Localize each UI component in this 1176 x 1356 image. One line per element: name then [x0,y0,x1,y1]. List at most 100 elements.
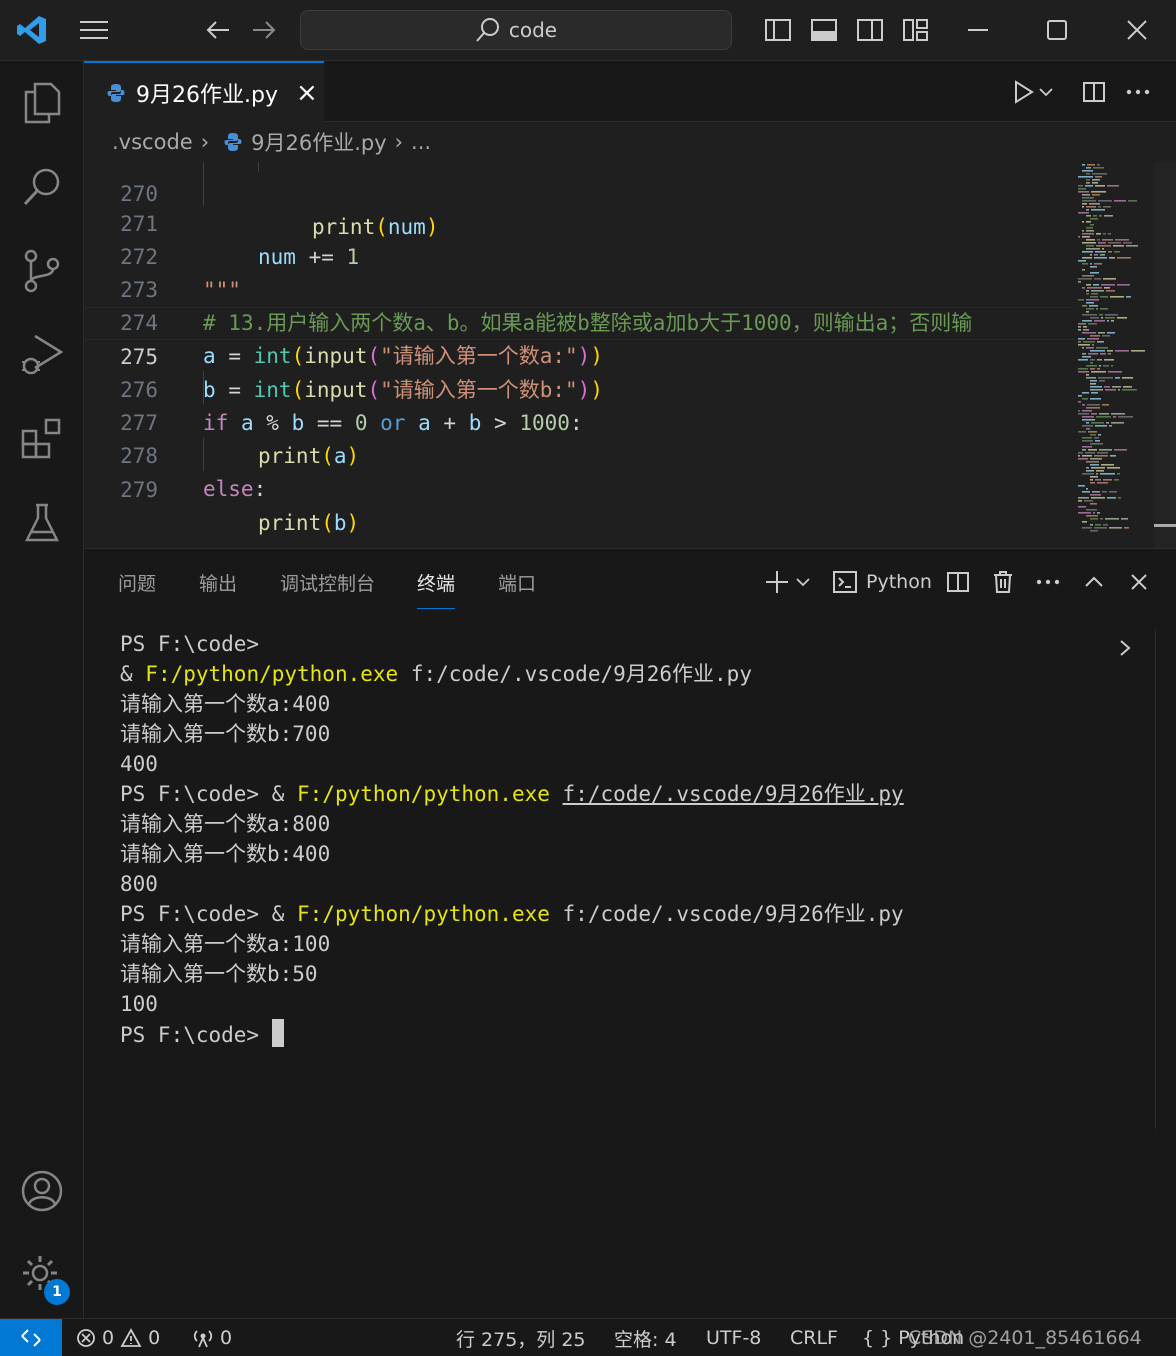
remote-indicator-icon[interactable] [0,1319,62,1356]
terminal-line: 请输入第一个数b:700 [120,722,331,746]
split-editor-icon[interactable] [1074,72,1114,112]
terminal-icon [833,571,857,593]
forward-arrow-icon[interactable] [244,10,284,50]
bottom-panel: 问题 输出 调试控制台 终端 端口 Python PS F:\code> & F:… [84,548,1176,1318]
error-icon [77,1329,95,1347]
toggle-secondary-sidebar-icon[interactable] [850,10,890,50]
tab-terminal[interactable]: 终端 [417,569,456,609]
indentation[interactable]: 空格: 4 [614,1319,677,1356]
terminal-line: PS F:\code> [120,632,260,656]
ports-status[interactable]: 0 [192,1319,232,1356]
chevron-right-icon[interactable] [1118,633,1132,663]
terminal-scrollbar[interactable] [1155,629,1156,1129]
search-icon[interactable] [0,145,84,229]
ports-count: 0 [220,1327,233,1349]
terminal-line: 请输入第一个数a:800 [120,812,331,836]
terminal-line: & F:/python/python.exe f:/code/.vscode/9… [120,662,752,686]
minimize-icon[interactable] [958,10,998,50]
manage-gear-icon[interactable]: 1 [0,1233,84,1317]
code-line: 277 print(a) [84,374,1074,468]
terminal-profile-label: Python [866,571,932,593]
editor-scrollbar[interactable] [1154,162,1176,548]
accounts-icon[interactable] [0,1149,84,1233]
more-actions-icon[interactable] [1118,72,1158,112]
tab-close-icon[interactable]: × [296,78,318,108]
terminal-dropdown-chevron-icon[interactable] [796,567,810,597]
breadcrumb-more[interactable]: ... [411,130,431,154]
back-arrow-icon[interactable] [198,10,238,50]
code-line: 273 # 13.用户输入两个数a、b。如果a能被b整除或a加b大于1000，则… [84,241,1074,335]
python-file-icon [224,133,242,151]
code-text: print(b) [258,511,360,535]
run-dropdown-chevron-icon[interactable] [1034,72,1058,112]
source-control-icon[interactable] [0,229,84,313]
maximize-icon[interactable] [1037,10,1077,50]
terminal-output[interactable]: PS F:\code> & F:/python/python.exe f:/cod… [120,629,1120,1050]
line-ending[interactable]: CRLF [790,1319,838,1356]
code-line: 272 """ [84,208,1074,302]
close-panel-icon[interactable] [1130,567,1148,597]
extensions-icon[interactable] [0,397,84,481]
toggle-primary-sidebar-icon[interactable] [758,10,798,50]
tab-ports[interactable]: 端口 [498,569,536,609]
terminal-line: 请输入第一个数b:400 [120,842,331,866]
more-actions-icon[interactable] [1036,567,1060,597]
vscode-logo-icon [12,10,52,50]
editor-tabs: 9月26作业.py × [84,61,1176,122]
line-number: 279 [120,478,158,502]
code-editor[interactable]: 270 print(num) 271 num += 1 272 """ 273 … [84,162,1176,548]
problems-status[interactable]: 0 0 [76,1319,160,1356]
terminal-line: PS F:\code> & F:/python/python.exe f:/co… [120,782,904,806]
code-line: 271 num += 1 [84,175,1074,269]
error-count: 0 [102,1327,115,1349]
customize-layout-icon[interactable] [896,10,936,50]
maximize-panel-chevron-up-icon[interactable] [1084,567,1104,597]
terminal-line: 400 [120,752,158,776]
code-text: else: [203,477,267,501]
python-file-icon [107,83,125,102]
search-icon [476,18,499,42]
terminal-line: 800 [120,872,158,896]
close-icon[interactable] [1117,10,1157,50]
warning-count: 0 [148,1327,161,1349]
terminal-line: 请输入第一个数a:100 [120,932,331,956]
chevron-right-icon: › [394,130,404,154]
explorer-icon[interactable] [0,61,84,145]
new-terminal-icon[interactable] [764,567,790,597]
breadcrumb-file[interactable]: 9月26作业.py [251,127,387,157]
code-line-current: 275 b = int(input("请输入第一个数b:")) [84,307,1074,402]
warning-icon [120,1328,142,1347]
tab-problems[interactable]: 问题 [118,569,156,609]
testing-icon[interactable] [0,481,84,565]
run-debug-icon[interactable] [0,313,84,397]
search-text: code [508,18,558,42]
toggle-panel-icon[interactable] [804,10,844,50]
tab-output[interactable]: 输出 [199,569,237,609]
code-line: 276 if a % b == 0 or a + b > 1000: [84,341,1074,435]
terminal-profile[interactable]: Python [832,567,932,597]
terminal-line: PS F:\code> [120,1019,1120,1050]
cursor-position[interactable]: 行 275，列 25 [456,1319,586,1356]
tab-9yue26zuoye-py[interactable]: 9月26作业.py × [84,61,324,122]
breadcrumb: .vscode › 9月26作业.py › ... [84,122,1176,162]
encoding[interactable]: UTF-8 [706,1319,761,1356]
minimap[interactable] [1074,162,1154,548]
code-line: 274 a = int(input("请输入第一个数a:")) [84,274,1074,368]
terminal-line: 请输入第一个数a:400 [120,692,331,716]
code-line: 279 print(b) [84,441,1074,535]
broadcast-icon [193,1330,213,1348]
status-bar: 0 0 0 行 275，列 25 空格: 4 UTF-8 CRLF { } Py… [0,1318,1176,1356]
activity-bar: 1 [0,61,84,1318]
breadcrumb-folder[interactable]: .vscode [112,130,193,154]
kill-terminal-trash-icon[interactable] [992,567,1014,597]
terminal-file-link[interactable]: f:/code/.vscode/9月26作业.py [563,782,904,806]
terminal-line: 请输入第一个数b:50 [120,962,318,986]
menu-icon[interactable] [74,10,114,50]
title-bar: code [0,0,1176,61]
terminal-line: PS F:\code> & F:/python/python.exe f:/co… [120,902,904,926]
split-terminal-icon[interactable] [946,567,970,597]
command-center-search[interactable]: code [300,10,732,50]
tab-label: 9月26作业.py [136,82,278,108]
tab-debug-console[interactable]: 调试控制台 [280,569,375,609]
chevron-right-icon: › [200,130,210,154]
